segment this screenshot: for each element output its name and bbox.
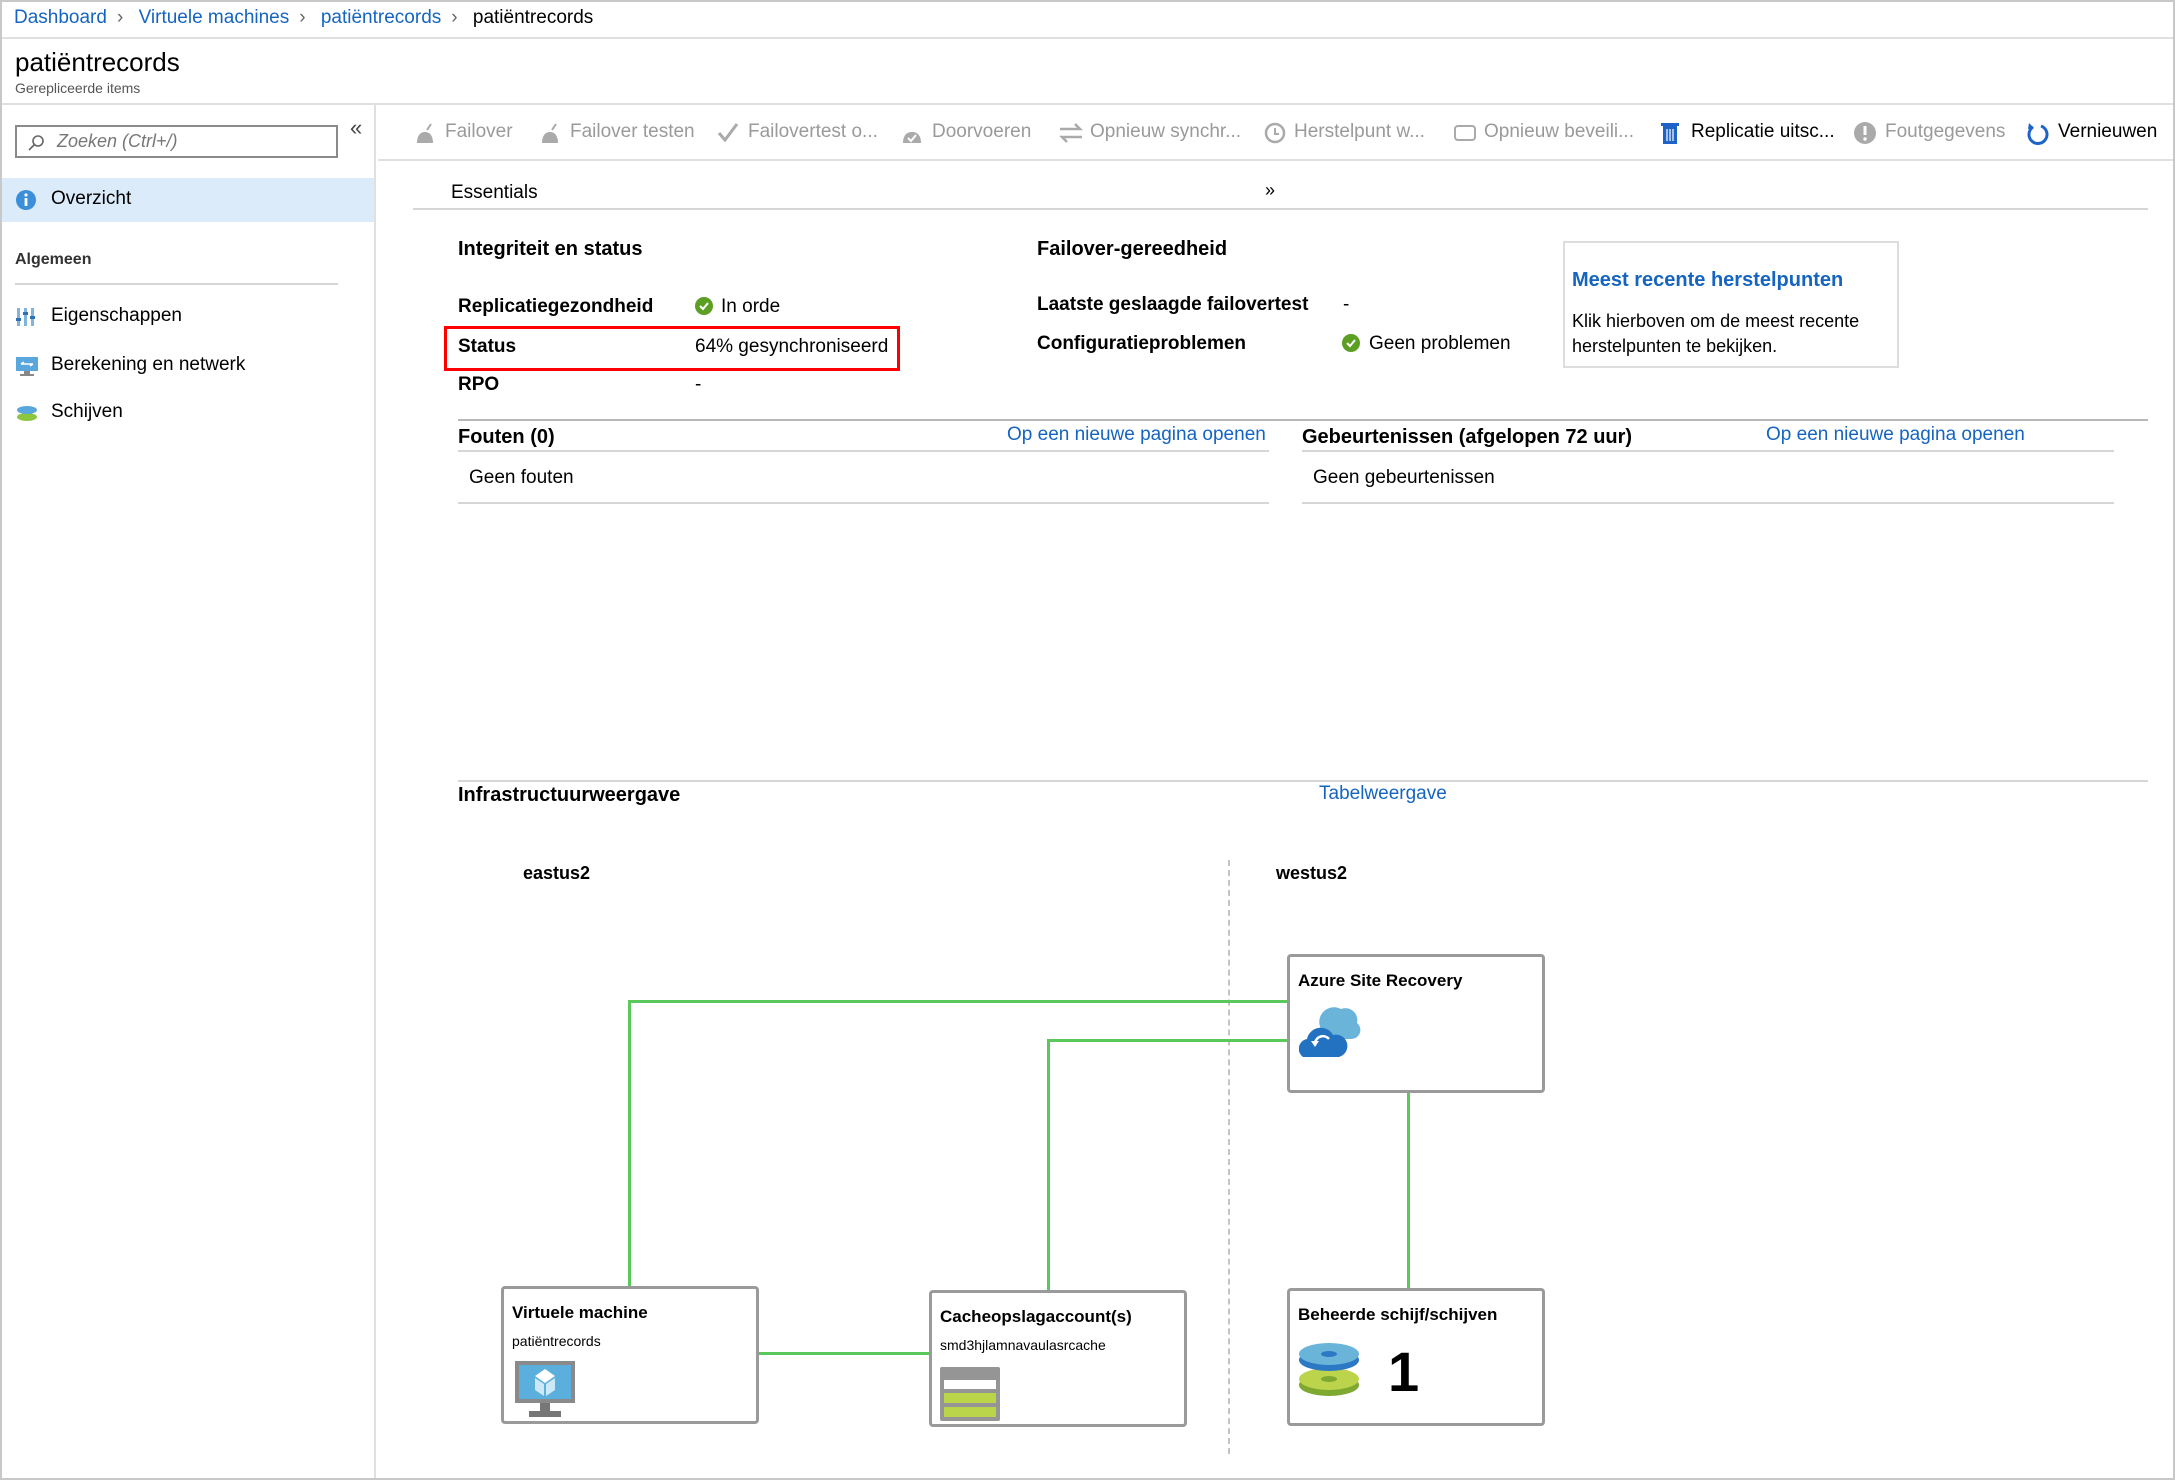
reprotect-button[interactable]: Opnieuw beveili...	[1452, 121, 1634, 143]
rpo-label: RPO	[458, 374, 500, 395]
search-placeholder: Zoeken (Ctrl+/)	[57, 131, 178, 151]
page-title: patiëntrecords	[15, 47, 180, 77]
sidebar-item-properties[interactable]: Eigenschappen	[0, 295, 374, 339]
managed-disk-icon	[1299, 1343, 1359, 1396]
trash-icon	[1661, 123, 1679, 144]
events-empty: Geen gebeurtenissen	[1313, 467, 1495, 488]
history-icon	[1264, 122, 1286, 144]
breadcrumb-dashboard[interactable]: Dashboard	[14, 7, 107, 28]
reprotect-icon	[1454, 125, 1476, 141]
connector-line	[1047, 1039, 1288, 1042]
disk-count: 1	[1388, 1340, 1420, 1403]
refresh-button[interactable]: Vernieuwen	[2026, 121, 2157, 145]
events-title: Gebeurtenissen (afgelopen 72 uur)	[1302, 426, 1633, 448]
search-icon	[28, 135, 44, 151]
sidebar-item-disks[interactable]: Schijven	[0, 391, 374, 435]
check-circle-icon	[695, 297, 713, 315]
last-test-failover-label: Laatste geslaagde failovertest	[1037, 294, 1309, 315]
sidebar-item-label: Eigenschappen	[51, 305, 182, 326]
expand-essentials-icon[interactable]: »	[1265, 180, 1275, 201]
recovery-points-link[interactable]: Meest recente herstelpunten	[1572, 269, 1843, 292]
test-failover-icon	[542, 123, 558, 143]
recovery-points-card[interactable]: Meest recente herstelpunten Klik hierbov…	[1563, 241, 1899, 368]
failover-readiness-title: Failover-gereedheid	[1037, 238, 1228, 260]
sidebar-item-label: Overzicht	[51, 188, 132, 209]
change-recovery-point-button[interactable]: Herstelpunt w...	[1262, 121, 1425, 144]
sidebar-item-overview[interactable]: Overzicht	[0, 178, 374, 222]
resync-button[interactable]: Opnieuw synchr...	[1058, 121, 1241, 143]
config-issues-label: Configuratieproblemen	[1037, 333, 1247, 354]
breadcrumb: Dashboard › Virtuele machines › patiëntrec…	[0, 0, 2175, 39]
test-failover-button[interactable]: Failover testen	[538, 121, 695, 143]
info-icon	[16, 190, 36, 210]
properties-icon	[16, 308, 35, 326]
essentials-label: Essentials	[451, 182, 538, 203]
chevron-right-icon: ›	[451, 7, 458, 28]
sidebar-section-general: Algemeen	[15, 251, 92, 268]
vm-node[interactable]: Virtuele machine patiëntrecords	[501, 1286, 759, 1424]
compute-network-icon	[16, 357, 38, 376]
status-label: Status	[458, 336, 517, 357]
virtual-machine-icon	[515, 1361, 575, 1417]
collapse-sidebar-icon[interactable]: «	[350, 115, 362, 141]
breadcrumb-virtual-machines[interactable]: Virtuele machines	[139, 7, 290, 28]
infra-title: Infrastructuurweergave	[458, 784, 681, 806]
replication-health-value: In orde	[721, 296, 781, 317]
commit-icon	[903, 132, 921, 143]
connector-line	[628, 1000, 631, 1286]
connector-line	[628, 1000, 1288, 1003]
checkmark-icon	[717, 123, 739, 143]
rpo-value: -	[695, 374, 702, 395]
commit-button[interactable]: Doorvoeren	[900, 121, 1031, 143]
cache-storage-node[interactable]: Cacheopslagaccount(s) smd3hjlamnavaulasr…	[929, 1290, 1187, 1427]
chevron-right-icon: ›	[299, 7, 306, 28]
replication-health-label: Replicatiegezondheid	[458, 296, 654, 317]
errors-empty: Geen fouten	[469, 467, 574, 488]
chevron-right-icon: ›	[116, 7, 124, 28]
storage-account-icon	[940, 1367, 1000, 1421]
sidebar-item-label: Berekening en netwerk	[51, 354, 246, 375]
exclamation-icon	[1854, 122, 1876, 144]
failover-icon	[417, 123, 433, 143]
refresh-icon	[2027, 123, 2049, 145]
connector-line	[1047, 1039, 1050, 1290]
errors-title: Fouten (0)	[458, 426, 555, 448]
command-bar: Failover Failover testen Failovertest o.…	[378, 105, 2173, 161]
asr-node[interactable]: Azure Site Recovery	[1287, 954, 1545, 1093]
breadcrumb-current: patiëntrecords	[472, 7, 594, 28]
connector-line	[759, 1352, 929, 1355]
error-details-button[interactable]: Foutgegevens	[1853, 121, 2005, 144]
events-open-link[interactable]: Op een nieuwe pagina openen	[1766, 424, 2025, 446]
target-region: westus2	[1276, 863, 1348, 883]
health-title: Integriteit en status	[458, 238, 643, 260]
disks-icon	[17, 406, 37, 421]
cloud-recovery-icon	[1299, 1007, 1361, 1057]
config-issues-value: Geen problemen	[1369, 333, 1511, 354]
disable-replication-button[interactable]: Replicatie uitsc...	[1659, 121, 1835, 144]
connector-line	[1407, 1092, 1410, 1288]
check-circle-icon	[1342, 334, 1360, 352]
table-view-link[interactable]: Tabelweergave	[1319, 783, 1447, 805]
page-header: patiëntrecords Gerepliceerde items	[0, 39, 2175, 105]
breadcrumb-vm[interactable]: patiëntrecords	[321, 7, 441, 28]
managed-disks-node[interactable]: Beheerde schijf/schijven 1	[1287, 1288, 1545, 1426]
swap-arrows-icon	[1058, 123, 1084, 143]
cleanup-test-failover-button[interactable]: Failovertest o...	[716, 121, 878, 143]
last-test-failover-value: -	[1343, 294, 1350, 315]
status-value: 64% gesynchroniseerd	[695, 336, 889, 357]
errors-open-link[interactable]: Op een nieuwe pagina openen	[1007, 424, 1266, 446]
search-input[interactable]: Zoeken (Ctrl+/)	[15, 125, 338, 158]
sidebar-item-compute-network[interactable]: Berekening en netwerk	[0, 344, 374, 388]
sidebar-item-label: Schijven	[51, 401, 123, 422]
failover-button[interactable]: Failover	[413, 121, 513, 143]
sidebar: Zoeken (Ctrl+/) « Overzicht Algemeen Eig…	[0, 105, 376, 1480]
source-region: eastus2	[523, 863, 591, 883]
page-subtitle: Gerepliceerde items	[15, 80, 141, 96]
region-divider	[1228, 860, 1230, 1454]
